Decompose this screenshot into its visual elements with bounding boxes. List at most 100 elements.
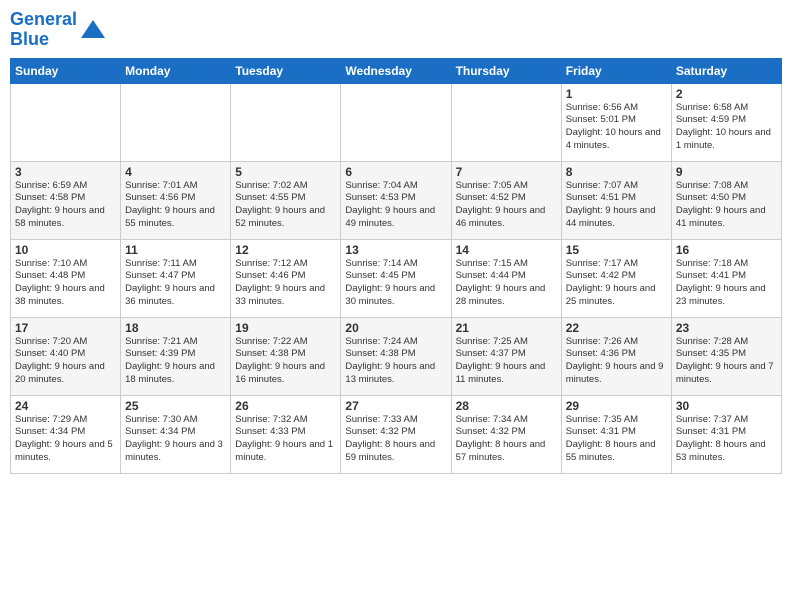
day-number: 2 [676, 87, 777, 101]
day-info: Sunrise: 7:29 AMSunset: 4:34 PMDaylight:… [15, 414, 116, 465]
day-info: Sunrise: 7:17 AMSunset: 4:42 PMDaylight:… [566, 258, 667, 309]
calendar-cell: 18Sunrise: 7:21 AMSunset: 4:39 PMDayligh… [121, 317, 231, 395]
day-header-sunday: Sunday [11, 58, 121, 83]
day-info: Sunrise: 7:02 AMSunset: 4:55 PMDaylight:… [235, 180, 336, 231]
day-header-saturday: Saturday [671, 58, 781, 83]
day-info: Sunrise: 7:33 AMSunset: 4:32 PMDaylight:… [345, 414, 446, 465]
day-info: Sunrise: 7:07 AMSunset: 4:51 PMDaylight:… [566, 180, 667, 231]
day-number: 10 [15, 243, 116, 257]
calendar-week-3: 10Sunrise: 7:10 AMSunset: 4:48 PMDayligh… [11, 239, 782, 317]
calendar-cell: 6Sunrise: 7:04 AMSunset: 4:53 PMDaylight… [341, 161, 451, 239]
day-info: Sunrise: 7:30 AMSunset: 4:34 PMDaylight:… [125, 414, 226, 465]
calendar-cell [341, 83, 451, 161]
day-header-monday: Monday [121, 58, 231, 83]
day-info: Sunrise: 7:11 AMSunset: 4:47 PMDaylight:… [125, 258, 226, 309]
day-number: 4 [125, 165, 226, 179]
calendar-cell: 3Sunrise: 6:59 AMSunset: 4:58 PMDaylight… [11, 161, 121, 239]
calendar-cell: 15Sunrise: 7:17 AMSunset: 4:42 PMDayligh… [561, 239, 671, 317]
calendar-cell: 30Sunrise: 7:37 AMSunset: 4:31 PMDayligh… [671, 395, 781, 473]
calendar-cell [11, 83, 121, 161]
day-number: 28 [456, 399, 557, 413]
calendar-cell: 22Sunrise: 7:26 AMSunset: 4:36 PMDayligh… [561, 317, 671, 395]
day-number: 13 [345, 243, 446, 257]
day-number: 1 [566, 87, 667, 101]
calendar-cell: 28Sunrise: 7:34 AMSunset: 4:32 PMDayligh… [451, 395, 561, 473]
day-number: 21 [456, 321, 557, 335]
day-info: Sunrise: 7:18 AMSunset: 4:41 PMDaylight:… [676, 258, 777, 309]
day-info: Sunrise: 6:58 AMSunset: 4:59 PMDaylight:… [676, 102, 777, 153]
calendar-week-1: 1Sunrise: 6:56 AMSunset: 5:01 PMDaylight… [11, 83, 782, 161]
day-info: Sunrise: 7:12 AMSunset: 4:46 PMDaylight:… [235, 258, 336, 309]
calendar-cell: 7Sunrise: 7:05 AMSunset: 4:52 PMDaylight… [451, 161, 561, 239]
header: General Blue [10, 10, 782, 50]
day-number: 29 [566, 399, 667, 413]
calendar-cell: 25Sunrise: 7:30 AMSunset: 4:34 PMDayligh… [121, 395, 231, 473]
day-info: Sunrise: 6:56 AMSunset: 5:01 PMDaylight:… [566, 102, 667, 153]
day-number: 23 [676, 321, 777, 335]
day-info: Sunrise: 7:32 AMSunset: 4:33 PMDaylight:… [235, 414, 336, 465]
calendar-cell: 27Sunrise: 7:33 AMSunset: 4:32 PMDayligh… [341, 395, 451, 473]
calendar-cell: 23Sunrise: 7:28 AMSunset: 4:35 PMDayligh… [671, 317, 781, 395]
calendar-cell: 5Sunrise: 7:02 AMSunset: 4:55 PMDaylight… [231, 161, 341, 239]
calendar-cell: 21Sunrise: 7:25 AMSunset: 4:37 PMDayligh… [451, 317, 561, 395]
day-info: Sunrise: 6:59 AMSunset: 4:58 PMDaylight:… [15, 180, 116, 231]
day-info: Sunrise: 7:04 AMSunset: 4:53 PMDaylight:… [345, 180, 446, 231]
calendar-cell: 12Sunrise: 7:12 AMSunset: 4:46 PMDayligh… [231, 239, 341, 317]
day-info: Sunrise: 7:37 AMSunset: 4:31 PMDaylight:… [676, 414, 777, 465]
calendar-cell [451, 83, 561, 161]
day-number: 15 [566, 243, 667, 257]
day-info: Sunrise: 7:08 AMSunset: 4:50 PMDaylight:… [676, 180, 777, 231]
calendar-week-2: 3Sunrise: 6:59 AMSunset: 4:58 PMDaylight… [11, 161, 782, 239]
day-info: Sunrise: 7:01 AMSunset: 4:56 PMDaylight:… [125, 180, 226, 231]
calendar-cell: 8Sunrise: 7:07 AMSunset: 4:51 PMDaylight… [561, 161, 671, 239]
calendar-cell: 11Sunrise: 7:11 AMSunset: 4:47 PMDayligh… [121, 239, 231, 317]
day-info: Sunrise: 7:34 AMSunset: 4:32 PMDaylight:… [456, 414, 557, 465]
calendar-table: SundayMondayTuesdayWednesdayThursdayFrid… [10, 58, 782, 474]
day-number: 8 [566, 165, 667, 179]
logo-icon [79, 16, 107, 44]
day-number: 18 [125, 321, 226, 335]
day-number: 14 [456, 243, 557, 257]
day-number: 20 [345, 321, 446, 335]
calendar-week-4: 17Sunrise: 7:20 AMSunset: 4:40 PMDayligh… [11, 317, 782, 395]
day-info: Sunrise: 7:21 AMSunset: 4:39 PMDaylight:… [125, 336, 226, 387]
day-number: 26 [235, 399, 336, 413]
logo: General Blue [10, 10, 107, 50]
day-number: 30 [676, 399, 777, 413]
calendar-cell: 24Sunrise: 7:29 AMSunset: 4:34 PMDayligh… [11, 395, 121, 473]
day-info: Sunrise: 7:24 AMSunset: 4:38 PMDaylight:… [345, 336, 446, 387]
calendar-cell: 1Sunrise: 6:56 AMSunset: 5:01 PMDaylight… [561, 83, 671, 161]
calendar-cell: 29Sunrise: 7:35 AMSunset: 4:31 PMDayligh… [561, 395, 671, 473]
day-number: 11 [125, 243, 226, 257]
day-header-tuesday: Tuesday [231, 58, 341, 83]
day-header-wednesday: Wednesday [341, 58, 451, 83]
calendar-header-row: SundayMondayTuesdayWednesdayThursdayFrid… [11, 58, 782, 83]
day-number: 17 [15, 321, 116, 335]
calendar-cell [121, 83, 231, 161]
logo-text: General Blue [10, 10, 77, 50]
calendar-cell [231, 83, 341, 161]
calendar-cell: 17Sunrise: 7:20 AMSunset: 4:40 PMDayligh… [11, 317, 121, 395]
day-number: 22 [566, 321, 667, 335]
day-number: 12 [235, 243, 336, 257]
calendar-cell: 4Sunrise: 7:01 AMSunset: 4:56 PMDaylight… [121, 161, 231, 239]
day-number: 3 [15, 165, 116, 179]
day-info: Sunrise: 7:26 AMSunset: 4:36 PMDaylight:… [566, 336, 667, 387]
day-info: Sunrise: 7:35 AMSunset: 4:31 PMDaylight:… [566, 414, 667, 465]
calendar-cell: 13Sunrise: 7:14 AMSunset: 4:45 PMDayligh… [341, 239, 451, 317]
calendar-cell: 26Sunrise: 7:32 AMSunset: 4:33 PMDayligh… [231, 395, 341, 473]
day-info: Sunrise: 7:10 AMSunset: 4:48 PMDaylight:… [15, 258, 116, 309]
day-info: Sunrise: 7:15 AMSunset: 4:44 PMDaylight:… [456, 258, 557, 309]
calendar-cell: 19Sunrise: 7:22 AMSunset: 4:38 PMDayligh… [231, 317, 341, 395]
calendar-cell: 10Sunrise: 7:10 AMSunset: 4:48 PMDayligh… [11, 239, 121, 317]
day-header-thursday: Thursday [451, 58, 561, 83]
calendar-cell: 2Sunrise: 6:58 AMSunset: 4:59 PMDaylight… [671, 83, 781, 161]
calendar-cell: 16Sunrise: 7:18 AMSunset: 4:41 PMDayligh… [671, 239, 781, 317]
day-number: 25 [125, 399, 226, 413]
calendar-cell: 20Sunrise: 7:24 AMSunset: 4:38 PMDayligh… [341, 317, 451, 395]
day-info: Sunrise: 7:28 AMSunset: 4:35 PMDaylight:… [676, 336, 777, 387]
day-number: 7 [456, 165, 557, 179]
day-number: 19 [235, 321, 336, 335]
day-number: 6 [345, 165, 446, 179]
day-number: 27 [345, 399, 446, 413]
